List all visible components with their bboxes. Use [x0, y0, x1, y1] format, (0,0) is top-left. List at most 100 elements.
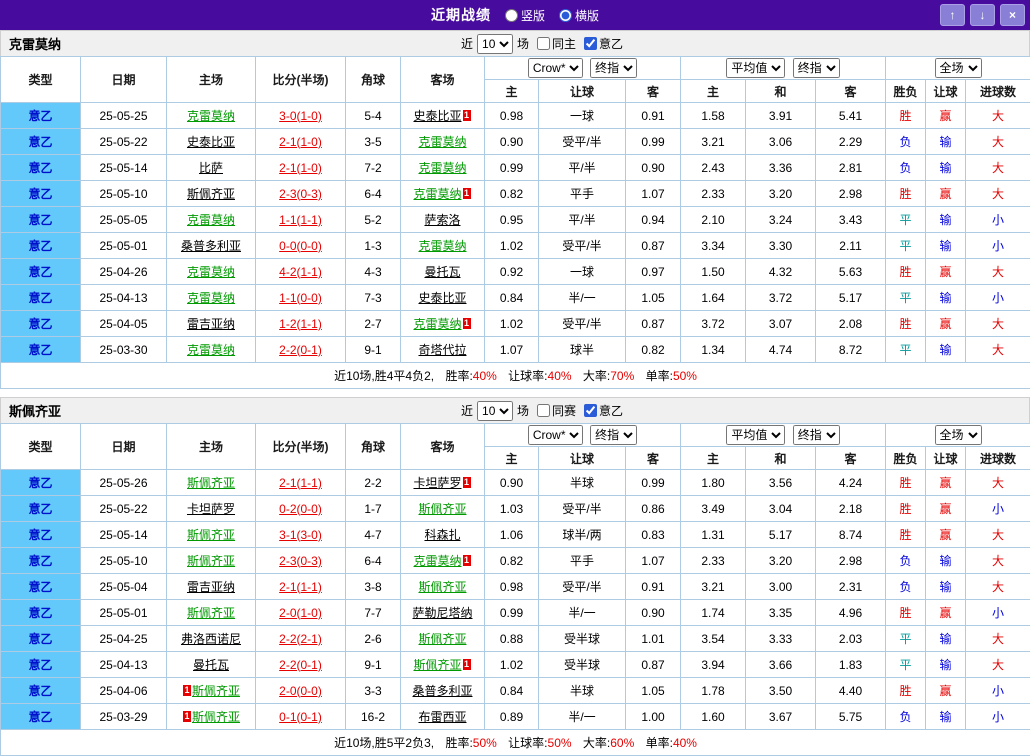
match-count-select[interactable]: 10 [477, 34, 513, 54]
score-link[interactable]: 1-1(1-1) [279, 213, 322, 227]
score-link[interactable]: 2-1(1-1) [279, 580, 322, 594]
score-link[interactable]: 0-1(0-1) [279, 710, 322, 724]
score-link[interactable]: 2-1(1-1) [279, 476, 322, 490]
away-team-link[interactable]: 克雷莫纳 [413, 187, 461, 201]
layout-option-vertical[interactable]: 竖版 [505, 7, 545, 24]
away-team-link[interactable]: 卡坦萨罗 [413, 476, 461, 490]
away-team-link[interactable]: 史泰比亚 [413, 109, 461, 123]
score-link[interactable]: 2-1(1-0) [279, 161, 322, 175]
home-team-link[interactable]: 克雷莫纳 [187, 343, 235, 357]
home-team-link[interactable]: 斯佩齐亚 [192, 684, 240, 698]
same-venue-checkbox[interactable] [537, 404, 550, 417]
score-link[interactable]: 2-2(0-1) [279, 343, 322, 357]
match-count-select[interactable]: 10 [477, 401, 513, 421]
score-link[interactable]: 2-0(0-0) [279, 684, 322, 698]
odds-stage-select-1[interactable]: 终指 [590, 425, 637, 445]
odds-stage-select-1[interactable]: 终指 [590, 58, 637, 78]
score-cell: 2-0(1-0) [256, 600, 346, 626]
average-select[interactable]: 平均值 [726, 425, 785, 445]
odds-stage-select-2[interactable]: 终指 [793, 58, 840, 78]
away-team-link[interactable]: 克雷莫纳 [418, 239, 466, 253]
league-filter[interactable]: 意乙 [584, 402, 623, 419]
away-team-link[interactable]: 桑普多利亚 [412, 684, 472, 698]
away-team-link[interactable]: 克雷莫纳 [418, 135, 466, 149]
score-link[interactable]: 4-2(1-1) [279, 265, 322, 279]
home-team-link[interactable]: 斯佩齐亚 [187, 528, 235, 542]
away-team-link[interactable]: 布雷西亚 [418, 710, 466, 724]
away-team-link[interactable]: 萨勒尼塔纳 [412, 606, 472, 620]
same-venue-filter[interactable]: 同赛 [537, 402, 576, 419]
score-link[interactable]: 1-1(0-0) [279, 291, 322, 305]
league-checkbox[interactable] [584, 37, 597, 50]
away-team-link[interactable]: 克雷莫纳 [413, 554, 461, 568]
league-badge: 意乙 [1, 233, 81, 259]
score-link[interactable]: 2-0(1-0) [279, 606, 322, 620]
home-team-link[interactable]: 克雷莫纳 [187, 213, 235, 227]
home-team-link[interactable]: 克雷莫纳 [187, 265, 235, 279]
odds-home: 0.90 [485, 129, 539, 155]
home-team-link[interactable]: 斯佩齐亚 [187, 476, 235, 490]
avg-draw: 3.07 [746, 311, 816, 337]
same-venue-filter[interactable]: 同主 [537, 35, 576, 52]
bookmaker-select[interactable]: Crow* [528, 425, 583, 445]
away-team-link[interactable]: 斯佩齐亚 [418, 632, 466, 646]
bookmaker-select[interactable]: Crow* [528, 58, 583, 78]
score-link[interactable]: 2-2(2-1) [279, 632, 322, 646]
away-team-link[interactable]: 史泰比亚 [418, 291, 466, 305]
home-team-link[interactable]: 比萨 [199, 161, 223, 175]
odds-stage-select-2[interactable]: 终指 [793, 425, 840, 445]
home-team-link[interactable]: 弗洛西诺尼 [181, 632, 241, 646]
home-team-link[interactable]: 雷吉亚纳 [187, 317, 235, 331]
scroll-up-button[interactable]: ↑ [940, 4, 965, 26]
home-team-link[interactable]: 曼托瓦 [193, 658, 229, 672]
home-team-link[interactable]: 卡坦萨罗 [187, 502, 235, 516]
score-link[interactable]: 1-2(1-1) [279, 317, 322, 331]
home-team-link[interactable]: 桑普多利亚 [181, 239, 241, 253]
away-team-link[interactable]: 曼托瓦 [424, 265, 460, 279]
home-team-link[interactable]: 斯佩齐亚 [187, 554, 235, 568]
league-checkbox[interactable] [584, 404, 597, 417]
score-link[interactable]: 2-1(1-0) [279, 135, 322, 149]
match-date: 25-05-10 [81, 548, 167, 574]
score-link[interactable]: 3-0(1-0) [279, 109, 322, 123]
odds-home: 0.98 [485, 103, 539, 129]
score-link[interactable]: 0-0(0-0) [279, 239, 322, 253]
close-button[interactable]: × [1000, 4, 1025, 26]
home-team-link[interactable]: 史泰比亚 [187, 135, 235, 149]
avg-away: 2.98 [816, 548, 886, 574]
scroll-down-button[interactable]: ↓ [970, 4, 995, 26]
league-badge: 意乙 [1, 548, 81, 574]
score-link[interactable]: 0-2(0-0) [279, 502, 322, 516]
horizontal-layout-radio[interactable] [559, 9, 572, 22]
fulltime-select[interactable]: 全场 [935, 425, 982, 445]
away-team-link[interactable]: 斯佩齐亚 [418, 580, 466, 594]
away-team-link[interactable]: 奇塔代拉 [418, 343, 466, 357]
average-select[interactable]: 平均值 [726, 58, 785, 78]
home-team-link[interactable]: 斯佩齐亚 [192, 710, 240, 724]
away-team-cell: 斯佩齐亚 [401, 496, 485, 522]
away-team-link[interactable]: 克雷莫纳 [413, 317, 461, 331]
score-link[interactable]: 3-1(3-0) [279, 528, 322, 542]
away-team-link[interactable]: 斯佩齐亚 [418, 502, 466, 516]
score-link[interactable]: 2-3(0-3) [279, 554, 322, 568]
fulltime-select[interactable]: 全场 [935, 58, 982, 78]
score-link[interactable]: 2-3(0-3) [279, 187, 322, 201]
home-team-link[interactable]: 雷吉亚纳 [187, 580, 235, 594]
home-team-link[interactable]: 克雷莫纳 [187, 291, 235, 305]
vertical-layout-radio[interactable] [505, 9, 518, 22]
layout-option-horizontal[interactable]: 横版 [559, 7, 599, 24]
score-link[interactable]: 2-2(0-1) [279, 658, 322, 672]
away-team-link[interactable]: 科森扎 [424, 528, 460, 542]
score-cell: 0-0(0-0) [256, 233, 346, 259]
handicap-result-cell: 输 [926, 233, 966, 259]
home-team-link[interactable]: 斯佩齐亚 [187, 606, 235, 620]
away-team-link[interactable]: 克雷莫纳 [418, 161, 466, 175]
away-team-link[interactable]: 萨索洛 [424, 213, 460, 227]
avg-home: 2.10 [681, 207, 746, 233]
home-team-link[interactable]: 克雷莫纳 [187, 109, 235, 123]
league-filter[interactable]: 意乙 [584, 35, 623, 52]
away-team-link[interactable]: 斯佩齐亚 [413, 658, 461, 672]
same-venue-checkbox[interactable] [537, 37, 550, 50]
result-cell: 胜 [886, 103, 926, 129]
home-team-link[interactable]: 斯佩齐亚 [187, 187, 235, 201]
